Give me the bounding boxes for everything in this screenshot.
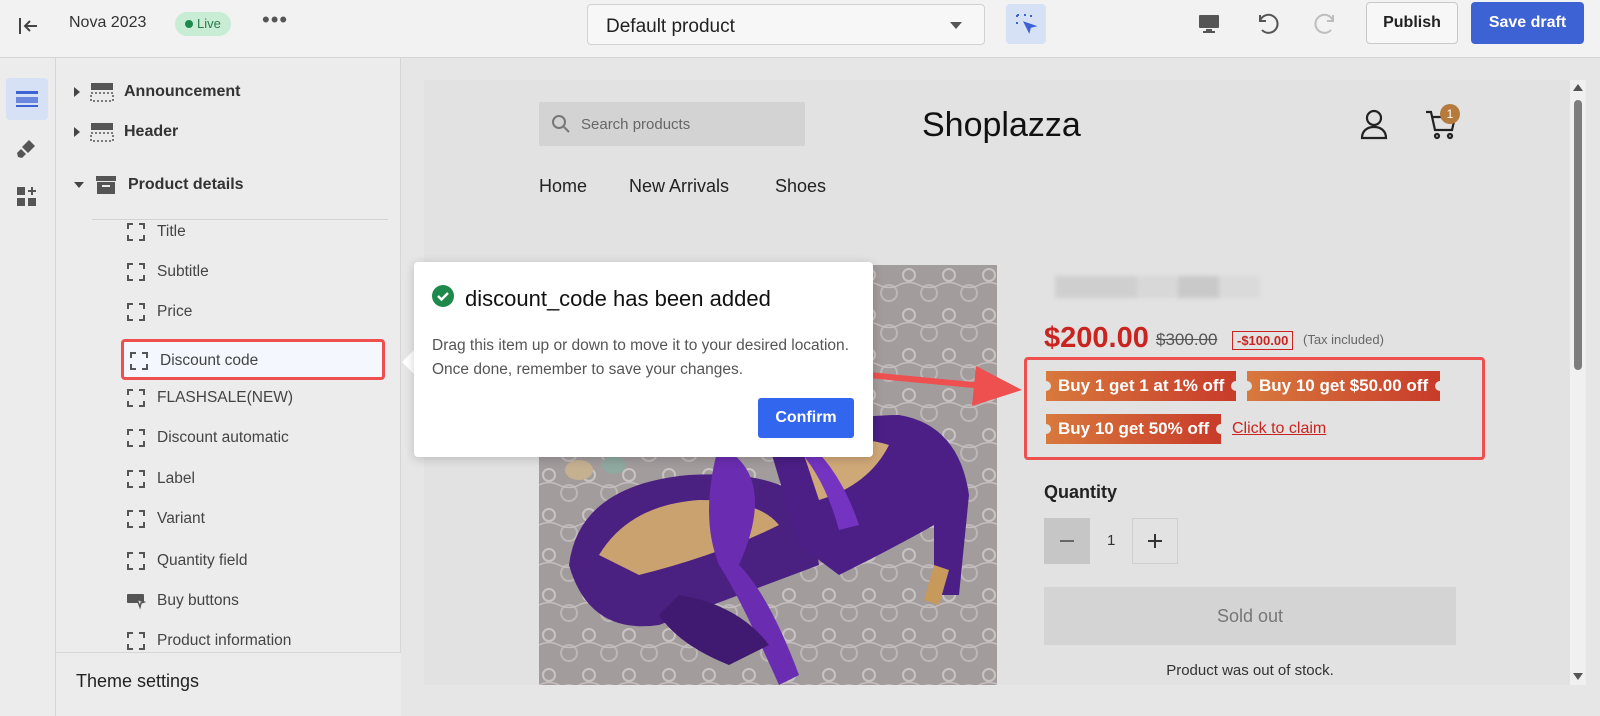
block-frame-icon	[126, 388, 146, 408]
block-frame-icon	[126, 262, 146, 282]
block-buy-buttons[interactable]: Buy buttons	[126, 585, 239, 617]
block-product-information[interactable]: Product information	[126, 625, 291, 652]
publish-button[interactable]: Publish	[1366, 2, 1458, 44]
search-icon	[552, 115, 570, 133]
discount-coupon[interactable]: Buy 1 get 1 at 1% off	[1040, 371, 1242, 401]
theme-style-icon[interactable]	[6, 128, 48, 170]
block-flashsale[interactable]: FLASHSALE(NEW)	[126, 382, 293, 414]
block-label[interactable]: Label	[126, 463, 195, 495]
chevron-right-icon[interactable]	[74, 127, 80, 137]
header-section-icon	[90, 121, 114, 143]
block-frame-icon	[126, 428, 146, 448]
scroll-down-icon[interactable]	[1573, 673, 1583, 680]
save-draft-button[interactable]: Save draft	[1471, 2, 1584, 44]
undo-icon[interactable]	[1252, 8, 1284, 40]
scroll-thumb[interactable]	[1574, 100, 1582, 370]
announcement-section-icon	[90, 81, 114, 103]
section-header[interactable]: Header	[74, 117, 178, 147]
desktop-icon[interactable]	[1193, 8, 1225, 40]
nav-new-arrivals[interactable]: New Arrivals	[629, 176, 729, 197]
block-frame-icon	[126, 469, 146, 489]
dialog-title: discount_code has been added	[465, 286, 771, 311]
sections-sidebar: Announcement Header Product details Titl…	[56, 58, 401, 716]
block-discount-code-selected[interactable]: Discount code	[121, 339, 385, 380]
section-tree: Announcement Header Product details Titl…	[56, 58, 401, 652]
apps-icon[interactable]	[6, 176, 48, 218]
sections-icon[interactable]	[6, 78, 48, 120]
discount-coupon[interactable]: Buy 10 get $50.00 off	[1241, 371, 1446, 401]
block-frame-icon	[126, 509, 146, 529]
template-select[interactable]: Default product	[587, 4, 985, 45]
product-section-icon	[94, 174, 118, 196]
search-placeholder: Search products	[581, 116, 691, 133]
block-frame-icon	[129, 351, 149, 371]
block-frame-icon	[126, 222, 146, 242]
block-discount-automatic[interactable]: Discount automatic	[126, 422, 289, 454]
block-frame-icon	[126, 551, 146, 571]
section-product-details[interactable]: Product details	[74, 170, 244, 200]
block-price[interactable]: Price	[126, 296, 192, 328]
product-title-blurred	[1055, 276, 1260, 298]
compare-price: $300.00	[1156, 330, 1218, 349]
left-rail	[0, 58, 56, 716]
chevron-right-icon[interactable]	[74, 87, 80, 97]
nav-shoes[interactable]: Shoes	[775, 176, 826, 197]
top-bar: Nova 2023 Live ••• Default product Publi…	[0, 0, 1600, 58]
stock-note: Product was out of stock.	[1166, 662, 1334, 679]
dialog-description: Drag this item up or down to move it to …	[432, 337, 849, 378]
chevron-down-icon	[950, 22, 962, 29]
section-announcement[interactable]: Announcement	[74, 77, 240, 107]
block-subtitle[interactable]: Subtitle	[126, 256, 209, 288]
user-icon[interactable]	[1358, 108, 1390, 140]
block-quantity-field[interactable]: Quantity field	[126, 545, 247, 577]
store-search-input[interactable]: Search products	[539, 102, 805, 146]
annotation-arrow-icon	[857, 366, 1022, 406]
exit-icon[interactable]	[14, 12, 42, 40]
template-select-value: Default product	[606, 16, 735, 37]
click-to-claim-link[interactable]: Click to claim	[1232, 420, 1326, 438]
chevron-down-icon[interactable]	[74, 182, 84, 188]
block-discount-code[interactable]: Discount code	[129, 345, 258, 377]
nav-home[interactable]: Home	[539, 176, 587, 197]
confirm-button[interactable]: Confirm	[758, 398, 854, 438]
live-badge: Live	[175, 12, 231, 36]
buy-button-icon	[126, 591, 146, 611]
quantity-value[interactable]: 1	[1107, 532, 1115, 549]
sold-out-button[interactable]: Sold out	[1044, 587, 1456, 645]
block-frame-icon	[126, 631, 146, 651]
discount-coupon[interactable]: Buy 10 get 50% off	[1040, 414, 1227, 444]
theme-name: Nova 2023	[69, 14, 147, 31]
quantity-increase-button[interactable]	[1132, 518, 1178, 564]
product-price: $200.00	[1044, 322, 1149, 354]
block-title[interactable]: Title	[126, 216, 186, 248]
quantity-decrease-button[interactable]	[1044, 518, 1090, 564]
minus-icon	[1060, 540, 1074, 542]
dialog-pointer	[402, 350, 414, 374]
savings-badge: -$100.00	[1232, 331, 1294, 350]
theme-settings[interactable]: Theme settings	[56, 652, 401, 716]
cart-count-badge: 1	[1440, 104, 1460, 124]
redo-icon[interactable]	[1309, 8, 1341, 40]
store-logo[interactable]: Shoplazza	[922, 106, 1081, 145]
block-added-dialog: discount_code has been added Drag this i…	[414, 262, 873, 457]
plus-icon	[1148, 534, 1162, 548]
block-frame-icon	[126, 302, 146, 322]
scroll-up-icon[interactable]	[1573, 84, 1583, 91]
quantity-label: Quantity	[1044, 482, 1118, 502]
more-options-icon[interactable]: •••	[262, 9, 288, 31]
inspect-select-icon[interactable]	[1006, 4, 1046, 44]
tax-note: (Tax included)	[1303, 332, 1384, 347]
success-check-icon	[432, 285, 454, 307]
block-variant[interactable]: Variant	[126, 503, 205, 535]
